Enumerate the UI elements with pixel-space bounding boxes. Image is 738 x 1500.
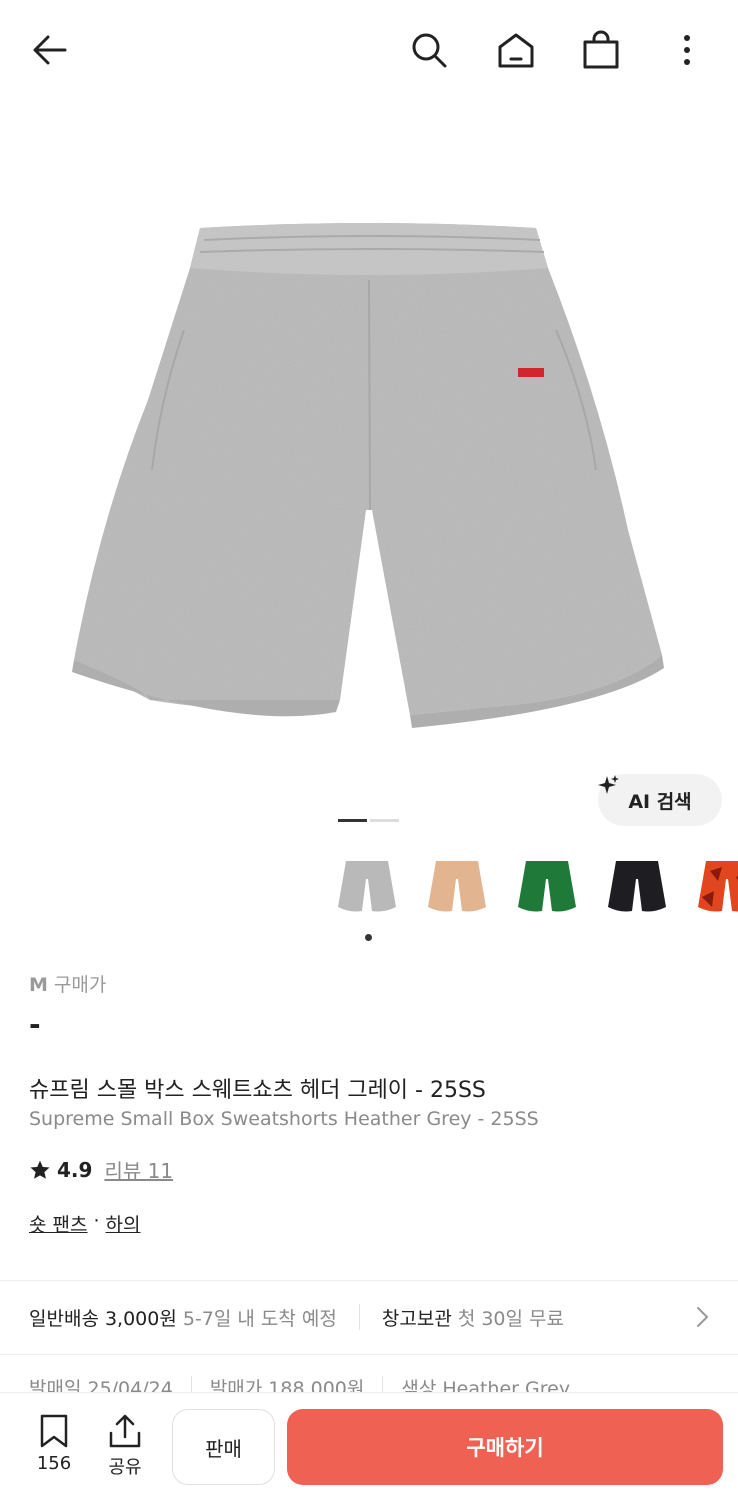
chevron-right-icon <box>697 1307 708 1327</box>
sell-button[interactable]: 판매 <box>172 1409 275 1485</box>
section-divider <box>0 1280 738 1281</box>
category-separator: · <box>93 1210 100 1232</box>
product-title-english: Supreme Small Box Sweatshorts Heather Gr… <box>29 1108 539 1130</box>
star-icon <box>30 1160 50 1179</box>
more-vertical-icon <box>684 35 690 65</box>
vertical-separator <box>358 1304 360 1330</box>
cart-button[interactable] <box>577 26 625 74</box>
save-count: 156 <box>36 1453 72 1474</box>
color-option-black[interactable] <box>600 850 674 924</box>
price-label: M 구매가 <box>29 970 106 997</box>
product-image <box>72 223 664 728</box>
category-link-shorts[interactable]: 숏 팬츠 <box>29 1210 87 1237</box>
ai-search-button[interactable]: AI 검색 <box>598 774 722 826</box>
category-link-bottoms[interactable]: 하의 <box>106 1210 141 1237</box>
product-title-korean: 슈프림 스몰 박스 스웨트쇼츠 헤더 그레이 - 25SS <box>29 1078 486 1103</box>
storage-note: 첫 30일 무료 <box>457 1307 564 1330</box>
save-button[interactable]: 156 <box>29 1413 79 1474</box>
color-option-red-camo[interactable] <box>690 850 738 924</box>
pager-segment <box>370 819 399 822</box>
color-option-green[interactable] <box>510 850 584 924</box>
top-app-bar <box>0 0 738 100</box>
rating-score: 4.9 <box>57 1157 93 1182</box>
home-button[interactable] <box>492 26 540 74</box>
home-icon <box>498 33 534 68</box>
rating-summary: 4.9 리뷰 11 <box>29 1155 173 1184</box>
category-breadcrumb: 숏 팬츠 · 하의 <box>29 1210 141 1237</box>
pager-segment-active <box>338 819 367 822</box>
standard-shipping-eta: 5-7일 내 도착 예정 <box>182 1307 337 1330</box>
share-icon <box>109 1414 141 1448</box>
product-image-carousel[interactable]: AI 검색 <box>0 100 738 838</box>
image-pager <box>338 819 399 822</box>
price-label-text: 구매가 <box>53 974 107 996</box>
ai-search-label: AI 검색 <box>628 790 692 813</box>
selected-color-indicator <box>365 934 372 941</box>
search-icon <box>412 33 447 68</box>
sparkle-icon <box>598 775 619 794</box>
color-options-list <box>330 850 738 924</box>
buy-button[interactable]: 구매하기 <box>287 1409 723 1485</box>
review-link[interactable]: 리뷰 11 <box>104 1155 173 1184</box>
share-label: 공유 <box>108 1457 142 1478</box>
bottom-action-bar: 156 공유 판매 구매하기 <box>0 1392 738 1500</box>
shopping-bag-icon <box>583 30 619 69</box>
standard-shipping-label: 일반배송 3,000원 <box>29 1307 177 1330</box>
shipping-info-row[interactable]: 일반배송 3,000원 5-7일 내 도착 예정 창고보관 첫 30일 무료 <box>0 1282 738 1352</box>
bookmark-icon <box>40 1414 68 1448</box>
price-value: - <box>29 1008 41 1041</box>
color-option-heather-grey[interactable] <box>330 850 404 924</box>
back-button[interactable] <box>26 26 74 74</box>
share-button[interactable]: 공유 <box>100 1413 150 1479</box>
price-size: M <box>29 974 48 996</box>
arrow-left-icon <box>33 35 67 65</box>
section-divider <box>0 1354 738 1355</box>
storage-label: 창고보관 <box>381 1307 452 1330</box>
search-button[interactable] <box>405 26 453 74</box>
more-options-button[interactable] <box>663 26 711 74</box>
color-option-tan[interactable] <box>420 850 494 924</box>
